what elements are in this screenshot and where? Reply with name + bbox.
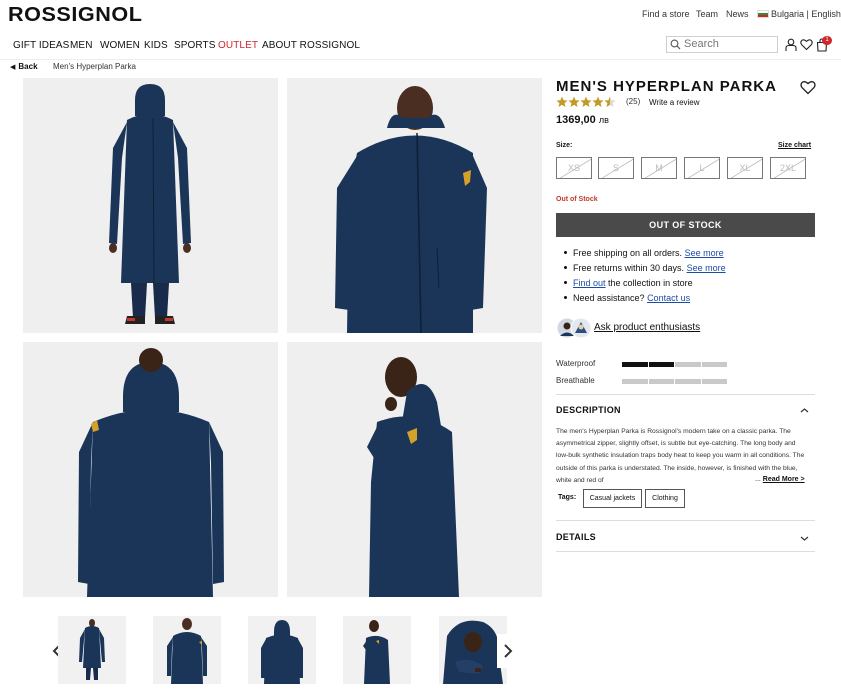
breathable-meter (622, 379, 727, 384)
breathable-label: Breathable (556, 376, 595, 385)
breadcrumb[interactable]: Men's Hyperplan Parka (53, 62, 136, 71)
section-divider (556, 520, 815, 521)
tag-clothing[interactable]: Clothing (645, 489, 685, 508)
store-info: Find out the collection in store (564, 278, 693, 288)
shipping-see-more-link[interactable]: See more (685, 248, 724, 258)
size-option-m[interactable]: M (641, 157, 677, 179)
thumbnail-next-button[interactable] (497, 634, 517, 668)
header-divider (0, 59, 841, 60)
cart-count-badge: 1 (822, 36, 832, 45)
back-arrow-icon: ◀ (10, 64, 16, 71)
size-option-l[interactable]: L (684, 157, 720, 179)
size-label: Size: (556, 142, 573, 149)
thumbnail-4[interactable] (343, 616, 411, 684)
section-divider (556, 551, 815, 552)
nav-about-rossignol[interactable]: ABOUT ROSSIGNOL (262, 40, 360, 51)
thumbnail-2[interactable] (153, 616, 221, 684)
size-option-xl[interactable]: XL (727, 157, 763, 179)
read-more-link[interactable]: ... Read More > (753, 476, 805, 483)
product-image-side[interactable] (287, 342, 542, 597)
store-text: the collection in store (608, 278, 693, 288)
returns-see-more-link[interactable]: See more (687, 263, 726, 273)
product-image-back[interactable] (23, 342, 278, 597)
write-review-link[interactable]: Write a review (649, 98, 700, 107)
tag-casual-jackets[interactable]: Casual jackets (583, 489, 642, 508)
size-option-s[interactable]: S (598, 157, 634, 179)
shipping-info: Free shipping on all orders. See more (564, 248, 724, 258)
size-option-label: XS (567, 163, 580, 173)
assistance-info: Need assistance? Contact us (564, 293, 690, 303)
size-option-label: 2XL (779, 163, 796, 173)
nav-outlet[interactable]: OUTLET (218, 40, 258, 51)
size-option-label: L (699, 163, 705, 173)
enthusiasts-avatars-icon (556, 317, 592, 339)
bulgaria-flag-icon (757, 10, 769, 18)
locale-selector[interactable]: Bulgaria | English (771, 9, 841, 19)
size-option-label: XL (739, 163, 751, 173)
nav-sports[interactable]: SPORTS (174, 40, 216, 51)
back-label: Back (18, 62, 38, 71)
read-more-label: Read More > (762, 476, 805, 483)
returns-info: Free returns within 30 days. See more (564, 263, 726, 273)
out-of-stock-button[interactable]: OUT OF STOCK (556, 213, 815, 237)
rating-stars[interactable] (556, 96, 618, 108)
price-value: 1369,00 (556, 114, 596, 126)
find-out-link[interactable]: Find out (573, 278, 606, 288)
add-to-wishlist-icon[interactable] (800, 80, 816, 95)
ask-enthusiasts-link[interactable]: Ask product enthusiasts (594, 322, 700, 333)
find-a-store-link[interactable]: Find a store (642, 9, 690, 19)
shipping-text: Free shipping on all orders. (573, 248, 683, 258)
wishlist-icon[interactable] (800, 38, 813, 51)
rossignol-logo[interactable]: ROSSIGNOL (8, 4, 142, 27)
thumbnail-1[interactable] (58, 616, 126, 684)
news-link[interactable]: News (726, 9, 749, 19)
product-image-front-closeup[interactable] (287, 78, 542, 333)
product-title: MEN'S HYPERPLAN PARKA (556, 78, 777, 95)
search-input[interactable] (666, 36, 778, 53)
waterproof-meter (622, 362, 727, 367)
details-heading[interactable]: DETAILS (556, 532, 596, 542)
search-placeholder: Search (684, 38, 719, 50)
product-price: 1369,00 лв (556, 114, 609, 126)
chevron-down-icon[interactable] (800, 535, 809, 542)
review-count[interactable]: (25) (626, 97, 640, 106)
stock-status: Out of Stock (556, 196, 598, 203)
waterproof-label: Waterproof (556, 359, 596, 368)
returns-text: Free returns within 30 days. (573, 263, 685, 273)
account-icon[interactable] (785, 38, 797, 52)
price-currency: лв (598, 115, 609, 125)
tags-label: Tags: (558, 494, 577, 501)
back-button[interactable]: ◀ Back (10, 62, 38, 71)
contact-us-link[interactable]: Contact us (647, 293, 690, 303)
size-chart-link[interactable]: Size chart (778, 142, 811, 149)
assistance-text: Need assistance? (573, 293, 645, 303)
product-image-front[interactable] (23, 78, 278, 333)
nav-kids[interactable]: KIDS (144, 40, 168, 51)
nav-gift-ideas[interactable]: GIFT IDEAS (13, 40, 69, 51)
description-heading[interactable]: DESCRIPTION (556, 405, 621, 415)
nav-women[interactable]: WOMEN (100, 40, 140, 51)
size-option-2xl[interactable]: 2XL (770, 157, 806, 179)
size-option-label: M (655, 163, 663, 173)
chevron-up-icon[interactable] (800, 407, 809, 414)
chevron-right-icon (504, 644, 513, 658)
search-icon (670, 39, 681, 50)
team-link[interactable]: Team (696, 9, 718, 19)
section-divider (556, 394, 815, 395)
nav-men[interactable]: MEN (70, 40, 93, 51)
size-option-label: S (612, 163, 619, 173)
thumbnail-3[interactable] (248, 616, 316, 684)
size-option-xs[interactable]: XS (556, 157, 592, 179)
